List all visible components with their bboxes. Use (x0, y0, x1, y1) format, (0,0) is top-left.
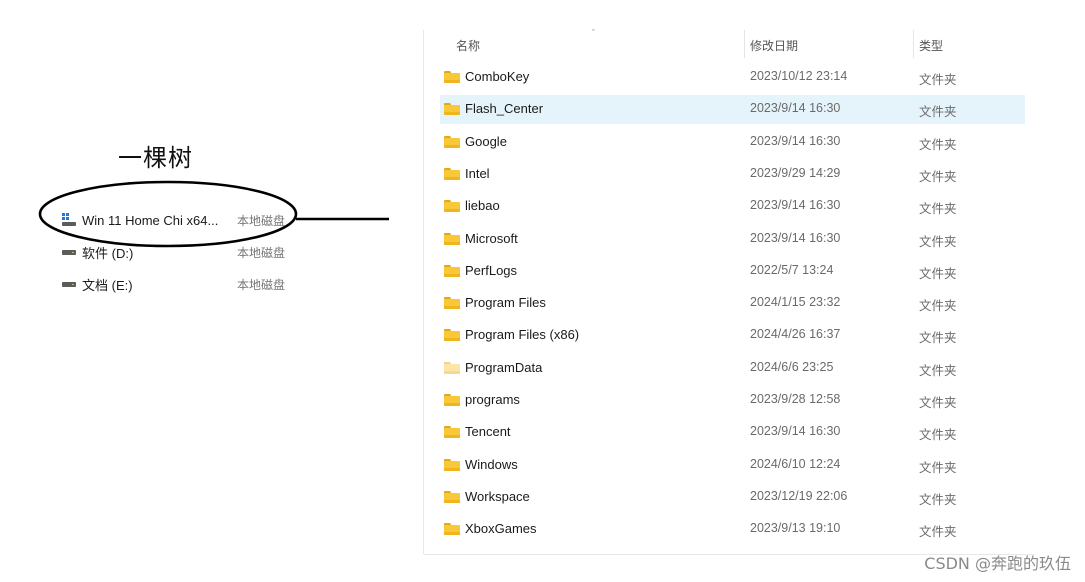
file-type: 文件夹 (919, 266, 957, 281)
file-row[interactable]: Google 2023/9/14 16:30 文件夹 (440, 128, 1025, 157)
file-modified-date: 2023/9/14 16:30 (750, 101, 841, 116)
file-row[interactable]: Tencent 2023/9/14 16:30 文件夹 (440, 418, 1025, 447)
drive-type: 本地磁盘 (237, 245, 286, 260)
file-row[interactable]: Program Files (x86) 2024/4/26 16:37 文件夹 (440, 321, 1025, 350)
folder-icon (444, 103, 460, 116)
file-type: 文件夹 (919, 428, 957, 443)
sort-caret-icon: ˇ (592, 28, 595, 38)
folder-icon (444, 490, 460, 503)
file-name: ProgramData (465, 359, 543, 375)
drive-item-e[interactable]: 文档 (E:) 本地磁盘 (62, 273, 285, 295)
file-type: 文件夹 (919, 202, 957, 217)
file-row[interactable]: ComboKey 2023/10/12 23:14 文件夹 (440, 63, 1025, 92)
file-row[interactable]: liebao 2023/9/14 16:30 文件夹 (440, 192, 1025, 221)
file-name: Windows (465, 456, 518, 472)
file-name: Program Files (x86) (465, 327, 580, 343)
column-header-type[interactable]: 类型 (912, 30, 943, 58)
file-row[interactable]: Windows 2024/6/10 12:24 文件夹 (440, 451, 1025, 480)
folder-icon (444, 361, 460, 374)
folder-icon (444, 71, 460, 83)
folder-icon (444, 329, 460, 342)
file-name: Google (465, 133, 507, 149)
file-modified-date: 2024/6/10 12:24 (750, 456, 841, 471)
folder-icon (444, 232, 460, 245)
file-modified-date: 2023/10/12 23:14 (750, 69, 848, 83)
file-name: programs (465, 392, 520, 407)
file-type: 文件夹 (919, 331, 957, 346)
file-modified-date: 2023/9/14 16:30 (750, 424, 841, 439)
file-name: ComboKey (465, 69, 530, 84)
file-name: XboxGames (465, 521, 537, 537)
file-modified-date: 2024/1/15 23:32 (750, 295, 841, 310)
column-header-row: ˇ 名称 修改日期 类型 (424, 28, 1034, 60)
file-row[interactable]: Flash_Center 2023/9/14 16:30 文件夹 (440, 95, 1025, 125)
folder-icon (444, 135, 460, 148)
file-list-pane: ˇ 名称 修改日期 类型 ComboKey 2023/10/12 23:14 文件夹… (424, 28, 1034, 554)
windows-drive-icon (62, 213, 76, 227)
file-modified-date: 2023/9/29 14:29 (750, 165, 841, 180)
drive-name: Win 11 Home Chi x64... (82, 212, 219, 228)
drive-item-c[interactable]: Win 11 Home Chi x64... 本地磁盘 (62, 209, 285, 231)
file-row[interactable]: ProgramData 2024/6/6 23:25 文件夹 (440, 354, 1025, 383)
watermark: CSDN @奔跑的玖伍 (924, 554, 1071, 573)
folder-icon (444, 394, 460, 406)
file-modified-date: 2024/6/6 23:25 (750, 359, 834, 374)
hard-drive-icon (62, 245, 76, 259)
file-modified-date: 2024/4/26 16:37 (750, 327, 841, 342)
folder-icon (444, 264, 460, 277)
file-row[interactable]: programs 2023/9/28 12:58 文件夹 (440, 386, 1025, 415)
file-row[interactable]: XboxGames 2023/9/13 19:10 文件夹 (440, 515, 1025, 544)
file-row[interactable]: Program Files 2024/1/15 23:32 文件夹 (440, 289, 1025, 318)
file-modified-date: 2023/9/14 16:30 (750, 230, 841, 245)
file-row[interactable]: Microsoft 2023/9/14 16:30 文件夹 (440, 225, 1025, 254)
file-name: Flash_Center (465, 101, 544, 117)
file-type: 文件夹 (919, 73, 957, 87)
column-header-date[interactable]: 修改日期 (743, 30, 798, 58)
file-type: 文件夹 (919, 396, 957, 410)
file-modified-date: 2023/9/14 16:30 (750, 198, 841, 213)
file-type: 文件夹 (919, 460, 957, 475)
file-row[interactable]: Workspace 2023/12/19 22:06 文件夹 (440, 483, 1025, 512)
file-name: Program Files (465, 295, 546, 311)
file-modified-date: 2023/9/13 19:10 (750, 521, 841, 536)
file-name: Workspace (465, 488, 530, 504)
file-type: 文件夹 (919, 363, 957, 378)
file-name: PerfLogs (465, 262, 518, 278)
drive-type: 本地磁盘 (237, 277, 286, 292)
file-type: 文件夹 (919, 299, 957, 314)
column-header-name[interactable]: 名称 (456, 37, 480, 54)
file-row[interactable]: PerfLogs 2022/5/7 13:24 文件夹 (440, 257, 1025, 286)
folder-icon (444, 297, 460, 310)
drive-type: 本地磁盘 (237, 213, 286, 228)
file-modified-date: 2022/5/7 13:24 (750, 262, 834, 277)
file-name: Microsoft (465, 230, 518, 246)
drive-item-d[interactable]: 软件 (D:) 本地磁盘 (62, 241, 285, 263)
folder-icon (444, 167, 460, 180)
file-name: Tencent (465, 424, 511, 440)
drive-name: 文档 (E:) (82, 277, 133, 293)
folder-icon (444, 426, 460, 439)
file-type: 文件夹 (919, 525, 957, 540)
drive-name: 软件 (D:) (82, 245, 134, 261)
file-modified-date: 2023/12/19 22:06 (750, 488, 848, 503)
hard-drive-icon (62, 277, 76, 291)
file-type: 文件夹 (919, 137, 957, 152)
file-type: 文件夹 (919, 234, 957, 249)
file-modified-date: 2023/9/28 12:58 (750, 392, 841, 406)
file-row[interactable]: Intel 2023/9/29 14:29 文件夹 (440, 160, 1025, 189)
folder-icon (444, 200, 460, 213)
file-type: 文件夹 (919, 492, 957, 507)
file-type: 文件夹 (919, 169, 957, 184)
file-name: Intel (465, 165, 490, 181)
file-modified-date: 2023/9/14 16:30 (750, 133, 841, 148)
file-name: liebao (465, 198, 500, 214)
folder-icon (444, 458, 460, 471)
file-type: 文件夹 (919, 105, 957, 120)
folder-icon (444, 523, 460, 536)
